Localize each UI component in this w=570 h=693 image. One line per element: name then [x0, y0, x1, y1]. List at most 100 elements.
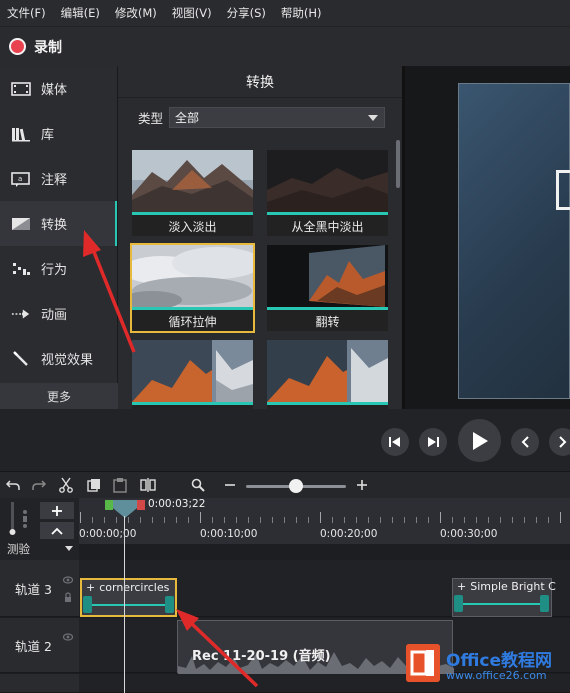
transition-accent-bar: [267, 307, 388, 310]
track-filter-value: 测验: [7, 541, 30, 556]
track-name: 轨道 3: [15, 581, 52, 597]
behavior-icon: [11, 261, 31, 277]
previous-button[interactable]: [511, 428, 539, 456]
clip-simple-bright[interactable]: + Simple Bright C: [452, 578, 556, 617]
panel-scrollbar[interactable]: [396, 140, 400, 188]
tool-annotations[interactable]: a 注释: [0, 156, 117, 201]
transition-label: 翻转: [315, 314, 340, 329]
clip-cornercircles[interactable]: + cornercircles: [80, 578, 177, 617]
preview-canvas[interactable]: [458, 83, 570, 399]
collapse-tracks-button[interactable]: [40, 522, 74, 539]
tool-label: 媒体: [41, 83, 68, 98]
type-filter-select[interactable]: 全部: [169, 106, 386, 128]
eye-icon[interactable]: [63, 632, 73, 642]
ruler-tick: [296, 517, 297, 523]
record-button[interactable]: 录制: [9, 37, 62, 57]
step-forward-button[interactable]: [419, 428, 447, 456]
tick-label: 0:00:00;00: [79, 528, 137, 540]
ruler-tick: [548, 517, 549, 523]
plus-icon: [357, 480, 367, 490]
zoom-fit-button[interactable]: [189, 476, 207, 494]
tool-media[interactable]: 媒体: [0, 66, 117, 111]
tool-animations[interactable]: 动画: [0, 291, 117, 336]
range-in-marker[interactable]: [105, 500, 113, 510]
tool-transitions[interactable]: 转换: [0, 201, 117, 246]
record-bar: 录制: [0, 26, 570, 66]
tools-more-button[interactable]: 更多: [0, 383, 118, 409]
menu-modify[interactable]: 修改(M): [115, 5, 157, 21]
add-track-button[interactable]: [40, 502, 74, 519]
play-button[interactable]: [458, 419, 501, 462]
transition-accent-bar: [132, 307, 253, 310]
menu-edit[interactable]: 编辑(E): [61, 5, 100, 21]
eye-icon[interactable]: [63, 576, 73, 604]
transition-thumbnail: [132, 340, 253, 402]
tools-sidebar: 媒体 库 a 注释 转换 行为 动画 视觉效果 更多: [0, 66, 118, 409]
ruler-tick: [344, 517, 345, 523]
transition-item-flip[interactable]: 翻转: [267, 245, 388, 331]
ruler-tick: [464, 517, 465, 523]
transition-item[interactable]: [132, 340, 253, 409]
ruler-tick: [500, 517, 501, 523]
range-out-marker[interactable]: [137, 500, 145, 510]
annotation-icon: a: [11, 171, 31, 187]
tool-label: 视觉效果: [41, 353, 94, 368]
zoom-out-button[interactable]: [221, 476, 239, 494]
playback-controls: [0, 409, 570, 471]
split-button[interactable]: [139, 476, 157, 494]
zoom-in-button[interactable]: [353, 476, 371, 494]
clip-title: + Simple Bright C: [457, 580, 556, 593]
transition-thumbnail: [267, 340, 388, 402]
lock-icon: [9, 502, 27, 535]
play-icon: [472, 431, 488, 450]
menu-bar: 文件(F) 编辑(E) 修改(M) 视图(V) 分享(S) 帮助(H): [0, 0, 570, 26]
clip-handle-right[interactable]: [540, 595, 549, 612]
next-button[interactable]: [549, 428, 570, 456]
copy-button[interactable]: [85, 476, 103, 494]
menu-view[interactable]: 视图(V): [172, 5, 212, 21]
transition-accent-bar: [132, 212, 253, 215]
menu-help[interactable]: 帮助(H): [281, 5, 322, 21]
ruler-tick: [404, 517, 405, 523]
svg-text:a: a: [18, 175, 22, 183]
ruler-tick: [428, 517, 429, 523]
tool-label: 动画: [41, 308, 68, 323]
menu-share[interactable]: 分享(S): [227, 5, 266, 21]
transition-item-fade-from-black[interactable]: 从全黑中淡出: [267, 150, 388, 236]
clip-handle-right[interactable]: [165, 596, 174, 613]
menu-file[interactable]: 文件(F): [7, 5, 46, 21]
ruler-tick: [416, 517, 417, 523]
ruler-tick: [128, 517, 129, 523]
tool-behaviors[interactable]: 行为: [0, 246, 117, 291]
transition-accent-bar: [132, 402, 253, 405]
chevron-down-icon: [65, 546, 73, 551]
step-back-button[interactable]: [381, 428, 409, 456]
undo-button[interactable]: [4, 476, 22, 494]
step-forward-icon: [428, 437, 439, 447]
tool-label: 转换: [41, 218, 68, 233]
transition-item-fade[interactable]: 淡入淡出: [132, 150, 253, 236]
tool-visual-effects[interactable]: 视觉效果: [0, 336, 117, 381]
split-icon: [140, 478, 156, 492]
clip-bar: [461, 603, 543, 605]
track-filter-select[interactable]: 测验: [7, 541, 75, 556]
clip-handle-left[interactable]: [83, 596, 92, 613]
library-icon: [11, 126, 31, 142]
transition-item[interactable]: [267, 340, 388, 409]
tick-label: 0:00:10;00: [200, 528, 258, 540]
redo-button[interactable]: [30, 476, 48, 494]
chevron-right-icon: [559, 436, 567, 448]
copy-icon: [87, 479, 100, 492]
zoom-slider-knob[interactable]: [289, 479, 303, 493]
magnet-lock-toggle[interactable]: [5, 502, 37, 538]
cut-button[interactable]: [57, 476, 75, 494]
tool-library[interactable]: 库: [0, 111, 117, 156]
ruler-tick: [80, 512, 81, 523]
clip-handle-left[interactable]: [454, 595, 463, 612]
track-header-2[interactable]: 轨道 2: [0, 618, 79, 673]
transitions-panel: 转换 类型 全部 淡入淡出 从全黑中淡出 循环拉伸 翻转: [118, 66, 402, 409]
paste-button[interactable]: [111, 476, 129, 494]
transition-item-cycle-stretch[interactable]: 循环拉伸: [130, 243, 255, 333]
transition-icon: [11, 216, 31, 232]
track-header-1[interactable]: [0, 674, 79, 693]
